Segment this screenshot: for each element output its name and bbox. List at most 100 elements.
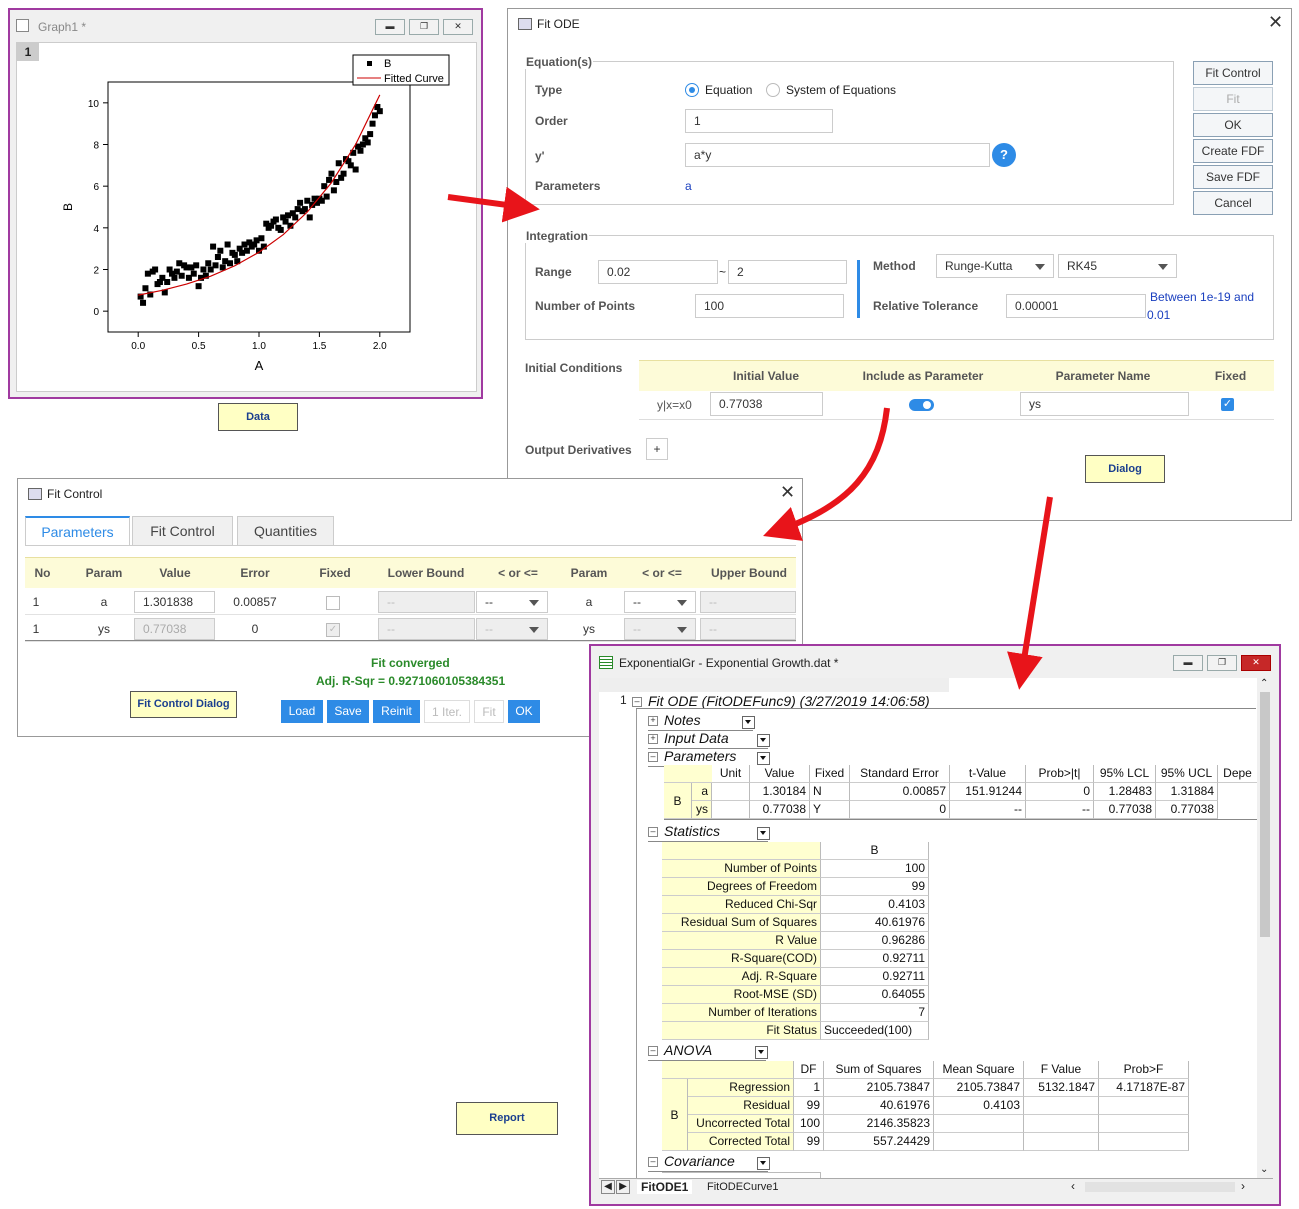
data-point[interactable] bbox=[171, 274, 178, 281]
expand-icon[interactable]: – bbox=[648, 1046, 658, 1056]
data-point[interactable] bbox=[367, 131, 374, 138]
help-icon[interactable]: ? bbox=[992, 143, 1016, 167]
lower-op-select[interactable]: -- bbox=[476, 618, 548, 640]
report-sheet[interactable]: 1 – Fit ODE (FitODEFunc9) (3/27/2019 14:… bbox=[599, 678, 1257, 1178]
close-icon[interactable]: ✕ bbox=[1268, 12, 1283, 33]
expand-icon[interactable]: – bbox=[648, 827, 658, 837]
tab-prev-icon[interactable]: ◀ bbox=[601, 1180, 615, 1194]
data-point[interactable] bbox=[224, 241, 231, 248]
expand-icon[interactable]: – bbox=[648, 752, 658, 762]
data-point[interactable] bbox=[272, 216, 279, 223]
include-param-toggle[interactable] bbox=[909, 399, 934, 411]
expand-icon[interactable]: + bbox=[648, 734, 658, 744]
data-point[interactable] bbox=[301, 206, 308, 213]
fit-button[interactable]: Fit bbox=[474, 700, 504, 723]
data-point[interactable] bbox=[231, 251, 238, 258]
scroll-left-icon[interactable]: ‹ bbox=[1071, 1179, 1075, 1193]
data-point[interactable] bbox=[376, 108, 383, 115]
upper-bound-input[interactable]: -- bbox=[700, 591, 796, 613]
lower-op-select[interactable]: -- bbox=[476, 591, 548, 613]
fixed-checkbox[interactable]: ✓ bbox=[1221, 398, 1234, 411]
dropdown-icon[interactable] bbox=[757, 734, 770, 747]
upper-op-select[interactable]: -- bbox=[624, 591, 696, 613]
range-to-input[interactable]: 2 bbox=[728, 260, 847, 284]
collapse-icon[interactable]: – bbox=[632, 697, 642, 707]
fixed-checkbox[interactable]: ✓ bbox=[326, 623, 340, 637]
lower-bound-input[interactable]: -- bbox=[378, 591, 475, 613]
close-button[interactable]: ✕ bbox=[1241, 655, 1271, 671]
tolerance-input[interactable]: 0.00001 bbox=[1006, 294, 1146, 318]
legend[interactable]: B Fitted Curve bbox=[352, 54, 450, 86]
data-point[interactable] bbox=[323, 193, 330, 200]
restore-button[interactable]: ❐ bbox=[1207, 655, 1237, 671]
ok-button[interactable]: OK bbox=[1193, 113, 1273, 137]
one-iter-button[interactable]: 1 Iter. bbox=[424, 700, 470, 723]
param-name-input[interactable]: ys bbox=[1020, 392, 1189, 416]
initial-value-input[interactable]: 0.77038 bbox=[710, 392, 823, 416]
vertical-scrollbar[interactable]: ⌃ ⌄ bbox=[1257, 678, 1273, 1178]
radio-equation[interactable] bbox=[685, 83, 699, 97]
data-point[interactable] bbox=[328, 170, 335, 177]
reinit-button[interactable]: Reinit bbox=[373, 700, 420, 723]
data-point[interactable] bbox=[142, 285, 149, 292]
minimize-button[interactable]: ▬ bbox=[1173, 655, 1203, 671]
data-point[interactable] bbox=[306, 214, 313, 221]
data-point[interactable] bbox=[369, 120, 376, 127]
upper-bound-input[interactable]: -- bbox=[700, 618, 796, 640]
create-fdf-button[interactable]: Create FDF bbox=[1193, 139, 1273, 163]
value-input[interactable]: 1.301838 bbox=[134, 591, 215, 613]
data-point[interactable] bbox=[352, 166, 359, 173]
data-point[interactable] bbox=[195, 283, 202, 290]
data-point[interactable] bbox=[340, 170, 347, 177]
upper-op-select[interactable]: -- bbox=[624, 618, 696, 640]
order-input[interactable]: 1 bbox=[685, 109, 833, 133]
data-point[interactable] bbox=[217, 247, 224, 254]
expand-icon[interactable]: + bbox=[648, 716, 658, 726]
data-point[interactable] bbox=[164, 279, 171, 285]
dropdown-icon[interactable] bbox=[757, 827, 770, 840]
ok-button[interactable]: OK bbox=[508, 700, 540, 723]
data-point[interactable] bbox=[190, 270, 197, 277]
data-point[interactable] bbox=[357, 147, 364, 154]
load-button[interactable]: Load bbox=[281, 700, 323, 723]
data-point[interactable] bbox=[214, 254, 221, 260]
data-point[interactable] bbox=[178, 272, 185, 279]
data-point[interactable] bbox=[193, 262, 200, 269]
dropdown-icon[interactable] bbox=[755, 1046, 768, 1059]
tab-quantities[interactable]: Quantities bbox=[237, 516, 334, 546]
scroll-up-icon[interactable]: ⌃ bbox=[1260, 678, 1268, 689]
data-point[interactable] bbox=[297, 199, 304, 206]
dropdown-icon[interactable] bbox=[757, 752, 770, 765]
data-point[interactable] bbox=[152, 266, 159, 273]
close-icon[interactable]: ✕ bbox=[780, 482, 795, 503]
data-point[interactable] bbox=[140, 299, 147, 306]
data-point[interactable] bbox=[210, 243, 217, 250]
scatter-chart[interactable]: 0.0 0.5 1.0 1.5 2.0 0 2 4 6 8 10 A B B Fitted Curve bbox=[10, 10, 485, 401]
data-point[interactable] bbox=[205, 260, 212, 267]
method-select[interactable]: Runge-Kutta bbox=[936, 254, 1054, 278]
points-input[interactable]: 100 bbox=[695, 294, 844, 318]
sheet-tab-fitode1[interactable]: FitODE1 bbox=[637, 1180, 693, 1194]
fixed-checkbox[interactable] bbox=[326, 596, 340, 610]
dropdown-icon[interactable] bbox=[742, 716, 755, 729]
data-point[interactable] bbox=[277, 226, 284, 233]
scroll-right-icon[interactable]: › bbox=[1241, 1179, 1245, 1193]
lower-bound-input[interactable]: -- bbox=[378, 618, 475, 640]
save-fdf-button[interactable]: Save FDF bbox=[1193, 165, 1273, 189]
data-point[interactable] bbox=[227, 260, 234, 267]
data-point[interactable] bbox=[200, 266, 207, 273]
fit-control-button[interactable]: Fit Control bbox=[1193, 61, 1273, 85]
add-derivative-button[interactable]: + bbox=[646, 438, 668, 460]
equation-input[interactable]: a*y bbox=[685, 143, 990, 167]
value-input[interactable]: 0.77038 bbox=[134, 618, 215, 640]
data-point[interactable] bbox=[212, 262, 219, 269]
h-scroll-thumb[interactable] bbox=[1085, 1182, 1235, 1192]
expand-icon[interactable]: – bbox=[648, 1157, 658, 1167]
data-point[interactable] bbox=[364, 139, 371, 146]
tab-next-icon[interactable]: ▶ bbox=[616, 1180, 630, 1194]
cancel-button[interactable]: Cancel bbox=[1193, 191, 1273, 215]
scroll-thumb[interactable] bbox=[1260, 692, 1270, 937]
range-from-input[interactable]: 0.02 bbox=[598, 260, 718, 284]
data-point[interactable] bbox=[330, 187, 337, 194]
data-point[interactable] bbox=[258, 235, 265, 242]
